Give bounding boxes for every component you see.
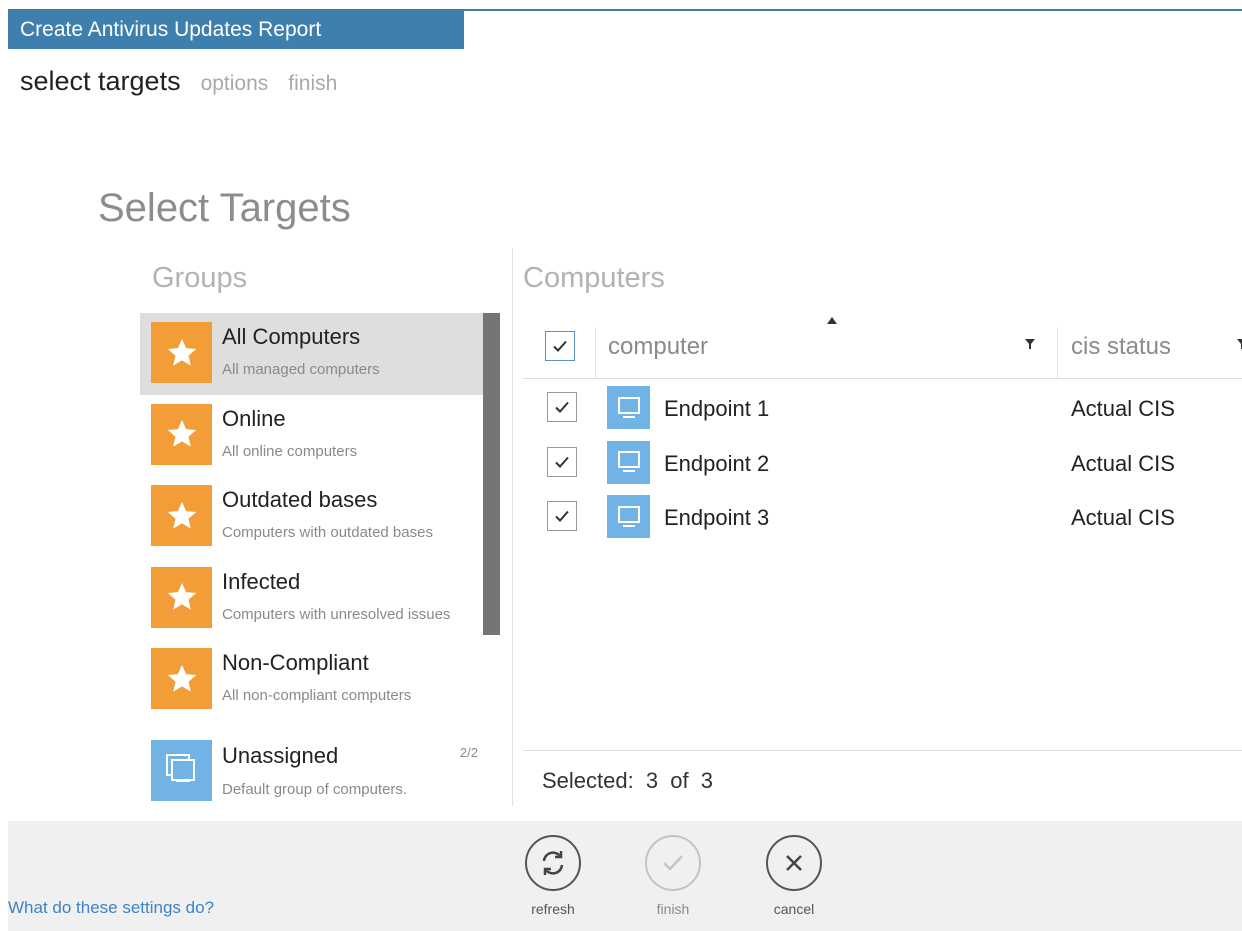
check-icon [645, 835, 701, 891]
refresh-icon [525, 835, 581, 891]
cancel-label: cancel [773, 901, 815, 917]
group-icon [151, 739, 212, 801]
refresh-button[interactable]: refresh [508, 835, 598, 925]
groups-list: All Computers All managed computers Onli… [140, 313, 486, 811]
footer-bar: What do these settings do? refresh finis… [8, 821, 1242, 931]
checkmark-icon [553, 340, 567, 352]
groups-heading: Groups [152, 262, 248, 294]
of-label: of [670, 768, 689, 793]
selected-label: Selected: [542, 768, 634, 793]
computer-name: Endpoint 1 [664, 396, 770, 421]
star-icon [151, 485, 212, 546]
computers-heading: Computers [523, 262, 665, 294]
group-description: All managed computers [222, 361, 380, 378]
checkmark-icon [555, 510, 569, 522]
table-row[interactable]: Endpoint 1 Actual CIS [523, 380, 1242, 435]
finish-label: finish [656, 901, 690, 917]
table-row[interactable]: Endpoint 2 Actual CIS [523, 435, 1242, 490]
star-icon [151, 566, 212, 628]
group-item-infected[interactable]: Infected Computers with unresolved issue… [140, 558, 486, 640]
select-all-checkbox[interactable] [545, 331, 575, 361]
group-description: Computers with outdated bases [222, 524, 433, 541]
step-select-targets[interactable]: select targets [20, 66, 181, 97]
group-item-all-computers[interactable]: All Computers All managed computers [140, 313, 486, 395]
window-title: Create Antivirus Updates Report [8, 11, 464, 49]
computer-name: Endpoint 2 [664, 450, 770, 476]
filter-icon[interactable] [1023, 337, 1037, 351]
computer-icon [607, 440, 650, 484]
row-checkbox[interactable] [547, 446, 577, 477]
selection-summary: Selected: 3 of 3 [542, 768, 713, 794]
group-description: All non-compliant computers [222, 687, 412, 704]
step-finish[interactable]: finish [288, 72, 337, 96]
total-count: 3 [700, 768, 713, 793]
group-description: Default group of computers. [222, 780, 408, 798]
groups-scrollbar[interactable] [483, 313, 500, 635]
star-icon [151, 322, 212, 383]
table-bottom-divider [523, 750, 1242, 751]
close-icon [766, 835, 822, 891]
computer-name: Endpoint 3 [664, 505, 770, 530]
group-name: Outdated bases [222, 487, 378, 512]
row-checkbox[interactable] [547, 392, 577, 422]
computer-icon [607, 386, 650, 429]
cancel-button[interactable]: cancel [749, 835, 839, 925]
group-item-outdated-bases[interactable]: Outdated bases Computers with outdated b… [140, 476, 486, 558]
finish-button[interactable]: finish [628, 835, 718, 925]
page-title: Select Targets [98, 186, 351, 230]
column-separator [595, 327, 596, 379]
panel-divider [512, 248, 513, 806]
row-checkbox[interactable] [547, 501, 577, 531]
refresh-label: refresh [531, 901, 575, 917]
group-item-online[interactable]: Online All online computers [140, 395, 486, 477]
group-name: Unassigned [222, 742, 339, 768]
group-item-non-compliant[interactable]: Non-Compliant All non-compliant computer… [140, 639, 486, 721]
selected-count: 3 [645, 768, 659, 793]
group-name: All Computers [222, 324, 361, 349]
cis-status: Actual CIS [1071, 505, 1175, 530]
column-header-cis-status[interactable]: cis status [1071, 333, 1171, 361]
filter-icon[interactable] [1235, 337, 1242, 351]
star-icon [151, 403, 212, 465]
step-options[interactable]: options [201, 72, 269, 96]
star-icon [151, 648, 212, 709]
checkmark-icon [555, 401, 569, 413]
table-row[interactable]: Endpoint 3 Actual CIS [523, 489, 1242, 544]
group-name: Infected [222, 568, 301, 594]
cis-status: Actual CIS [1071, 450, 1175, 476]
group-description: All online computers [222, 442, 358, 460]
computers-table-header: computer cis status [523, 313, 1242, 379]
sort-ascending-icon[interactable] [826, 317, 838, 327]
group-name: Non-Compliant [222, 650, 369, 675]
checkmark-icon [555, 456, 569, 468]
wizard-steps: select targets options finish [20, 66, 337, 97]
column-separator [1057, 327, 1058, 379]
column-header-computer[interactable]: computer [608, 333, 708, 361]
group-name: Online [222, 405, 286, 431]
computers-table-body: Endpoint 1 Actual CIS Endpoint 2 Actual … [523, 380, 1242, 544]
group-description: Computers with unresolved issues [222, 605, 451, 623]
cis-status: Actual CIS [1071, 396, 1175, 421]
computer-icon [607, 495, 650, 538]
group-count: 2/2 [459, 744, 478, 760]
help-link[interactable]: What do these settings do? [8, 898, 214, 918]
group-item-unassigned[interactable]: Unassigned Default group of computers. 2… [140, 721, 486, 811]
